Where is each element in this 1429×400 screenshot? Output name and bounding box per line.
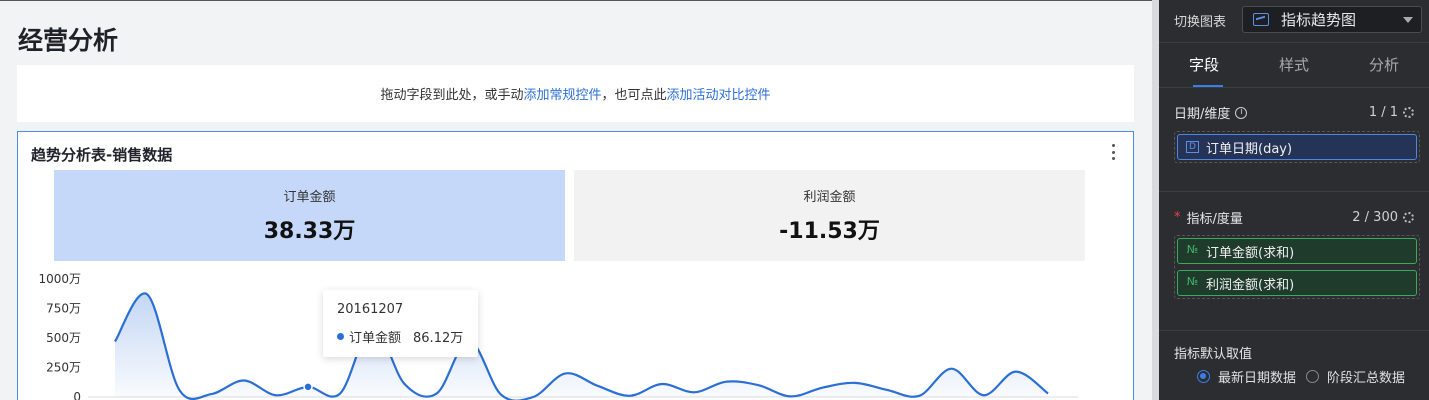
default-value-options: 最新日期数据 阶段汇总数据 — [1197, 367, 1405, 386]
field-chip-profit-amount[interactable]: № 利润金额(求和) — [1177, 270, 1417, 296]
field-chip-label: 订单金额(求和) — [1206, 245, 1295, 261]
field-chip-label: 利润金额(求和) — [1206, 277, 1295, 293]
chart-type-select[interactable]: 指标趋势图 — [1242, 6, 1422, 33]
radio-latest[interactable] — [1197, 370, 1210, 383]
series-dot-icon — [337, 333, 344, 340]
field-chip-label: 订单日期(day) — [1206, 141, 1293, 157]
dimension-section-header: 日期/维度 i 1 / 1 — [1174, 103, 1414, 122]
y-tick-label: 250万 — [46, 361, 81, 375]
tooltip-date: 20161207 — [337, 302, 404, 317]
measure-section-header: * 指标/度量 2 / 300 — [1174, 208, 1414, 227]
card-title: 趋势分析表-销售数据 — [31, 146, 173, 164]
kpi-profit-amount[interactable]: 利润金额 -11.53万 — [574, 170, 1085, 261]
required-marker: * — [1174, 210, 1181, 225]
filter-hint-text: 拖动字段到此处，或手动 — [380, 88, 524, 103]
main-canvas: 经营分析 拖动字段到此处，或手动 添加常规控件 ，也可点此 添加活动对比控件 趋… — [0, 0, 1152, 400]
radio-latest-label[interactable]: 最新日期数据 — [1218, 367, 1296, 386]
measure-count: 2 / 300 — [1352, 210, 1398, 225]
y-tick-label: 0 — [73, 390, 81, 400]
date-field-icon: D — [1186, 141, 1199, 153]
tooltip-series: 订单金额 — [349, 331, 402, 346]
chart-type-value: 指标趋势图 — [1281, 11, 1357, 29]
chart-tooltip: 20161207 订单金额 86.12万 — [323, 290, 478, 357]
add-activity-compare-link[interactable]: 添加活动对比控件 — [667, 84, 771, 103]
measure-label: 指标/度量 — [1186, 212, 1243, 227]
more-options-icon[interactable] — [1107, 142, 1119, 162]
trend-line-chart[interactable]: 1000万 750万 500万 250万 0 — [18, 267, 1133, 400]
filter-hint-text-2: ，也可点此 — [601, 88, 667, 103]
field-chip-order-amount[interactable]: № 订单金额(求和) — [1177, 238, 1417, 264]
section-separator — [1159, 191, 1429, 192]
y-tick-label: 500万 — [46, 331, 81, 345]
y-tick-label: 1000万 — [38, 272, 81, 286]
kpi-label: 订单金额 — [283, 190, 336, 205]
panel-divider[interactable] — [1152, 0, 1159, 400]
highlighted-data-point[interactable] — [303, 382, 313, 392]
kpi-value: -11.53万 — [779, 219, 880, 244]
dimension-drop-zone[interactable]: D 订单日期(day) — [1174, 131, 1420, 163]
kpi-label: 利润金额 — [803, 190, 856, 205]
radio-summary[interactable] — [1306, 370, 1320, 383]
config-panel: 切换图表 指标趋势图 字段 样式 分析 日期/维度 i 1 / 1 D 订单日期… — [1159, 0, 1429, 400]
kpi-value: 38.33万 — [263, 219, 356, 244]
caret-down-icon — [1403, 17, 1413, 23]
info-icon[interactable]: i — [1235, 106, 1248, 119]
gear-icon[interactable] — [1403, 107, 1414, 118]
filter-drop-bar[interactable]: 拖动字段到此处，或手动 添加常规控件 ，也可点此 添加活动对比控件 — [17, 65, 1134, 122]
add-regular-control-link[interactable]: 添加常规控件 — [523, 84, 601, 103]
field-chip-order-date[interactable]: D 订单日期(day) — [1177, 134, 1417, 160]
page-title: 经营分析 — [18, 26, 119, 55]
trend-chart-icon — [1253, 13, 1269, 26]
kpi-order-amount[interactable]: 订单金额 38.33万 — [54, 170, 565, 261]
default-value-header: 指标默认取值 — [1174, 343, 1414, 362]
panel-tabs: 字段 样式 分析 — [1159, 42, 1429, 88]
tab-fields[interactable]: 字段 — [1159, 43, 1249, 87]
number-field-icon: № — [1186, 243, 1199, 256]
section-separator — [1159, 330, 1429, 331]
y-tick-label: 750万 — [46, 302, 81, 316]
trend-chart-card[interactable]: 趋势分析表-销售数据 订单金额 38.33万 利润金额 -11.53万 1000… — [17, 131, 1134, 400]
dimension-label: 日期/维度 — [1174, 107, 1231, 122]
default-value-label: 指标默认取值 — [1174, 347, 1253, 362]
gear-icon[interactable] — [1403, 212, 1414, 223]
measure-drop-zone[interactable]: № 订单金额(求和) № 利润金额(求和) — [1174, 235, 1420, 299]
radio-summary-label[interactable]: 阶段汇总数据 — [1327, 367, 1405, 386]
number-field-icon: № — [1186, 275, 1199, 288]
dimension-count: 1 / 1 — [1368, 105, 1398, 120]
tab-analysis[interactable]: 分析 — [1339, 43, 1429, 87]
tab-style[interactable]: 样式 — [1249, 43, 1339, 87]
tooltip-value: 86.12万 — [413, 331, 464, 346]
switch-chart-label: 切换图表 — [1174, 14, 1227, 30]
